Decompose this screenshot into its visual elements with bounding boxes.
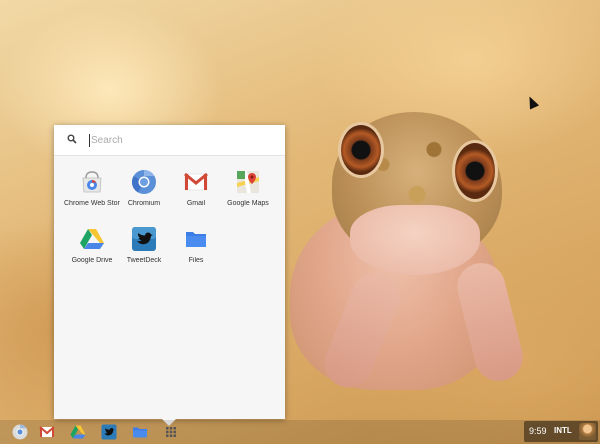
app-label: TweetDeck [126,257,162,264]
app-label: Gmail [186,200,206,207]
app-files[interactable]: Files [168,226,224,276]
gmail-icon [184,172,208,191]
app-label: Google Drive [71,257,113,264]
app-label: Files [188,257,204,264]
tweetdeck-icon [132,227,156,251]
search-input[interactable] [90,130,271,150]
clock: 9:59 [529,426,547,436]
wallpaper-gecko-eye [338,122,384,178]
app-label: Chromium [127,200,161,207]
files-icon[interactable] [132,424,148,440]
app-tweetdeck[interactable]: TweetDeck [116,226,172,276]
app-launcher-icon[interactable] [163,424,179,440]
google-drive-icon[interactable] [70,424,86,440]
search-icon [67,134,77,144]
mouse-cursor [524,94,540,110]
files-icon [186,232,206,247]
chromium-icon [131,170,156,194]
wallpaper-gecko-eye [452,140,498,202]
google-maps-icon [237,171,259,193]
tweetdeck-icon[interactable] [101,424,117,440]
input-method-indicator: INTL [554,426,572,435]
google-drive-icon [80,229,104,249]
avatar [579,423,596,440]
wallpaper-gecko-jaw [350,205,480,275]
app-chromium[interactable]: Chromium [116,169,172,219]
status-tray[interactable]: 9:59 INTL [524,421,598,442]
app-label: Chrome Web Store [64,200,120,207]
chrome-icon[interactable] [12,424,28,440]
gmail-icon[interactable] [39,424,55,440]
shelf: 9:59 INTL [0,420,600,444]
search-bar [54,125,285,156]
app-google-maps[interactable]: Google Maps [220,169,276,219]
app-chrome-web-store[interactable]: Chrome Web Store [64,169,120,219]
chrome-web-store-icon [82,171,102,193]
app-label: Google Maps [227,200,269,207]
app-google-drive[interactable]: Google Drive [64,226,120,276]
app-gmail[interactable]: Gmail [168,169,224,219]
desktop-wallpaper: Chrome Web Store Chromium Gmail [0,0,600,444]
app-launcher-panel: Chrome Web Store Chromium Gmail [54,125,285,426]
